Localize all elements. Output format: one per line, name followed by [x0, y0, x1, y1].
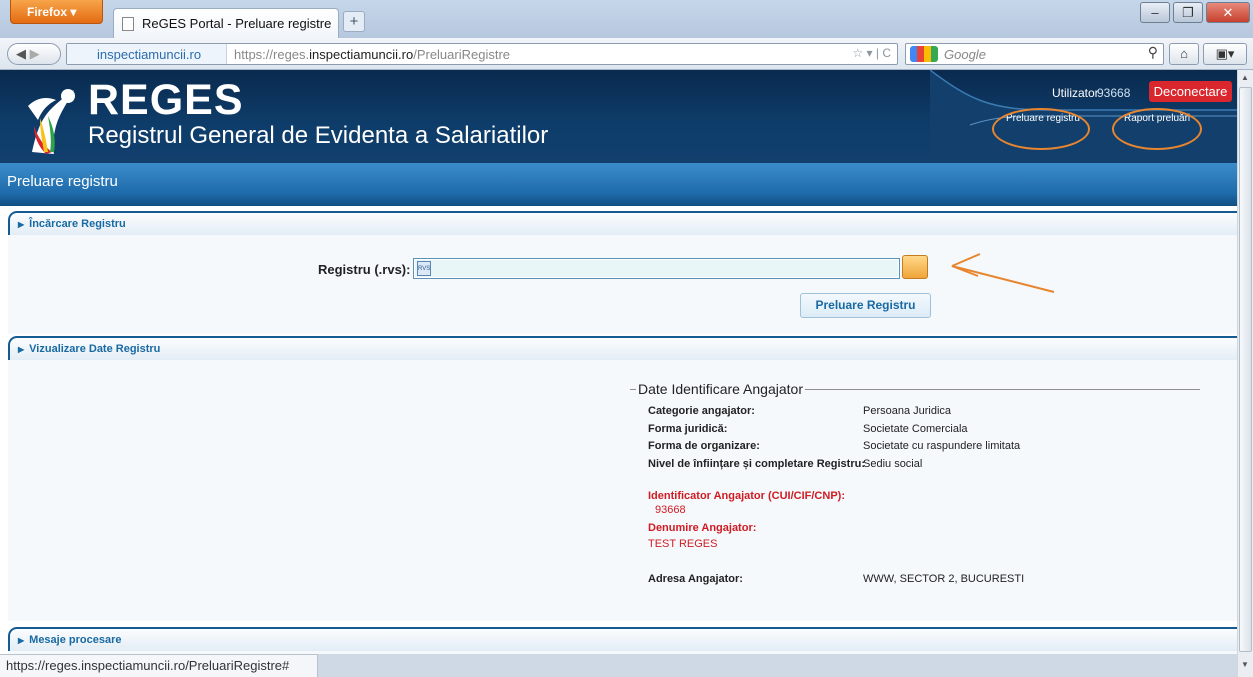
employer-name-label: Denumire Angajator: [648, 522, 757, 534]
browser-titlebar: Firefox ▾ ReGES Portal - Preluare regist… [0, 0, 1253, 38]
employer-row-label: Forma juridică: [648, 423, 728, 435]
forward-arrow-icon[interactable]: ▶ [30, 46, 40, 61]
messages-section-title: Mesaje procesare [29, 634, 122, 646]
page-title: Preluare registru [7, 173, 118, 190]
tab-title: ReGES Portal - Preluare registre [142, 16, 332, 31]
magnifier-icon[interactable]: ⚲ [1148, 44, 1158, 61]
scroll-up-icon[interactable]: ▲ [1241, 73, 1249, 82]
firefox-menu-button[interactable]: Firefox ▾ [10, 0, 103, 24]
employer-row-label: Forma de organizare: [648, 440, 760, 452]
preluare-registru-button[interactable]: Preluare Registru [800, 293, 931, 318]
site-identity-label: inspectiamuncii.ro [97, 47, 202, 62]
employer-row-value: Societate cu raspundere limitata [863, 440, 1021, 452]
employer-row-value: Societate Comerciala [863, 423, 968, 435]
triangle-right-icon: ▶ [18, 345, 25, 354]
status-bar-url: https://reges.inspectiamuncii.ro/Preluar… [0, 654, 318, 677]
annotation-ellipse [992, 108, 1090, 150]
rvs-file-icon: RVS [417, 261, 431, 276]
address-bar[interactable]: inspectiamuncii.ro https://reges.inspect… [66, 43, 898, 65]
scroll-down-icon[interactable]: ▼ [1241, 660, 1249, 669]
employer-address-value: WWW, SECTOR 2, BUCURESTI [863, 573, 1025, 585]
browser-tab[interactable]: ReGES Portal - Preluare registre [113, 8, 339, 38]
navigation-toolbar: ◀ ▶ inspectiamuncii.ro https://reges.ins… [0, 38, 1253, 70]
bookmark-star-icon[interactable]: ☆ ▾ | C [852, 46, 891, 60]
view-section-header[interactable]: ▶ Vizualizare Date Registru [8, 336, 1237, 360]
employer-row-label: Categorie angajator: [648, 405, 755, 417]
employer-id-value: 93668 [655, 504, 686, 516]
url-text[interactable]: https://reges.inspectiamuncii.ro/Preluar… [234, 47, 510, 62]
employer-id-label: Identificator Angajator (CUI/CIF/CNP): [648, 490, 845, 502]
view-section-body [8, 359, 1237, 621]
search-bar[interactable]: Google ⚲ [905, 43, 1164, 65]
triangle-right-icon: ▶ [18, 636, 25, 645]
vertical-scrollbar[interactable]: ▲ ▼ [1237, 70, 1253, 677]
brand-title: REGES [88, 76, 244, 124]
triangle-right-icon: ▶ [18, 220, 25, 229]
scrollbar-thumb[interactable] [1239, 87, 1252, 652]
messages-section-header[interactable]: ▶ Mesaje procesare [8, 627, 1237, 651]
bookmarks-menu-icon[interactable]: ▣▾ [1203, 43, 1247, 65]
home-icon[interactable]: ⌂ [1169, 43, 1199, 65]
close-window-button[interactable]: ✕ [1206, 2, 1250, 23]
employer-row-value: Sediu social [863, 458, 923, 470]
back-arrow-icon[interactable]: ◀ [16, 46, 26, 61]
employer-address-label: Adresa Angajator: [648, 573, 743, 585]
search-placeholder: Google [944, 47, 986, 62]
site-header: REGES Registrul General de Evidenta a Sa… [0, 70, 1237, 163]
page-viewport: REGES Registrul General de Evidenta a Sa… [0, 70, 1237, 654]
reges-logo-icon [28, 89, 75, 154]
registru-field-label: Registru (.rvs): [318, 262, 411, 277]
logout-button[interactable]: Deconectare [1149, 81, 1232, 102]
page-title-bar: Preluare registru [0, 163, 1237, 206]
registru-file-input[interactable]: RVS [413, 258, 900, 279]
upload-section-header[interactable]: ▶ Încărcare Registru [8, 211, 1237, 235]
employer-row-label: Nivel de înființare și completare Regist… [648, 458, 866, 470]
annotation-ellipse [1112, 108, 1202, 150]
browse-folder-icon[interactable] [902, 255, 928, 279]
employer-name-value: TEST REGES [648, 538, 718, 550]
back-forward-buttons[interactable]: ◀ ▶ [7, 43, 61, 65]
user-label: Utilizator [1052, 86, 1099, 100]
view-section-title: Vizualizare Date Registru [29, 343, 161, 355]
user-id: 93668 [1097, 86, 1131, 100]
page-icon [122, 17, 134, 31]
upload-section-title: Încărcare Registru [29, 218, 126, 230]
annotation-arrow [951, 253, 1055, 293]
new-tab-button[interactable]: + [343, 11, 365, 32]
minimize-button[interactable]: – [1140, 2, 1170, 23]
maximize-button[interactable]: ❐ [1173, 2, 1203, 23]
employer-fieldset-legend: Date Identificare Angajator [636, 381, 805, 397]
google-icon[interactable] [910, 46, 938, 62]
brand-subtitle: Registrul General de Evidenta a Salariat… [88, 122, 549, 149]
site-identity[interactable]: inspectiamuncii.ro [67, 44, 227, 64]
employer-row-value: Persoana Juridica [863, 405, 952, 417]
